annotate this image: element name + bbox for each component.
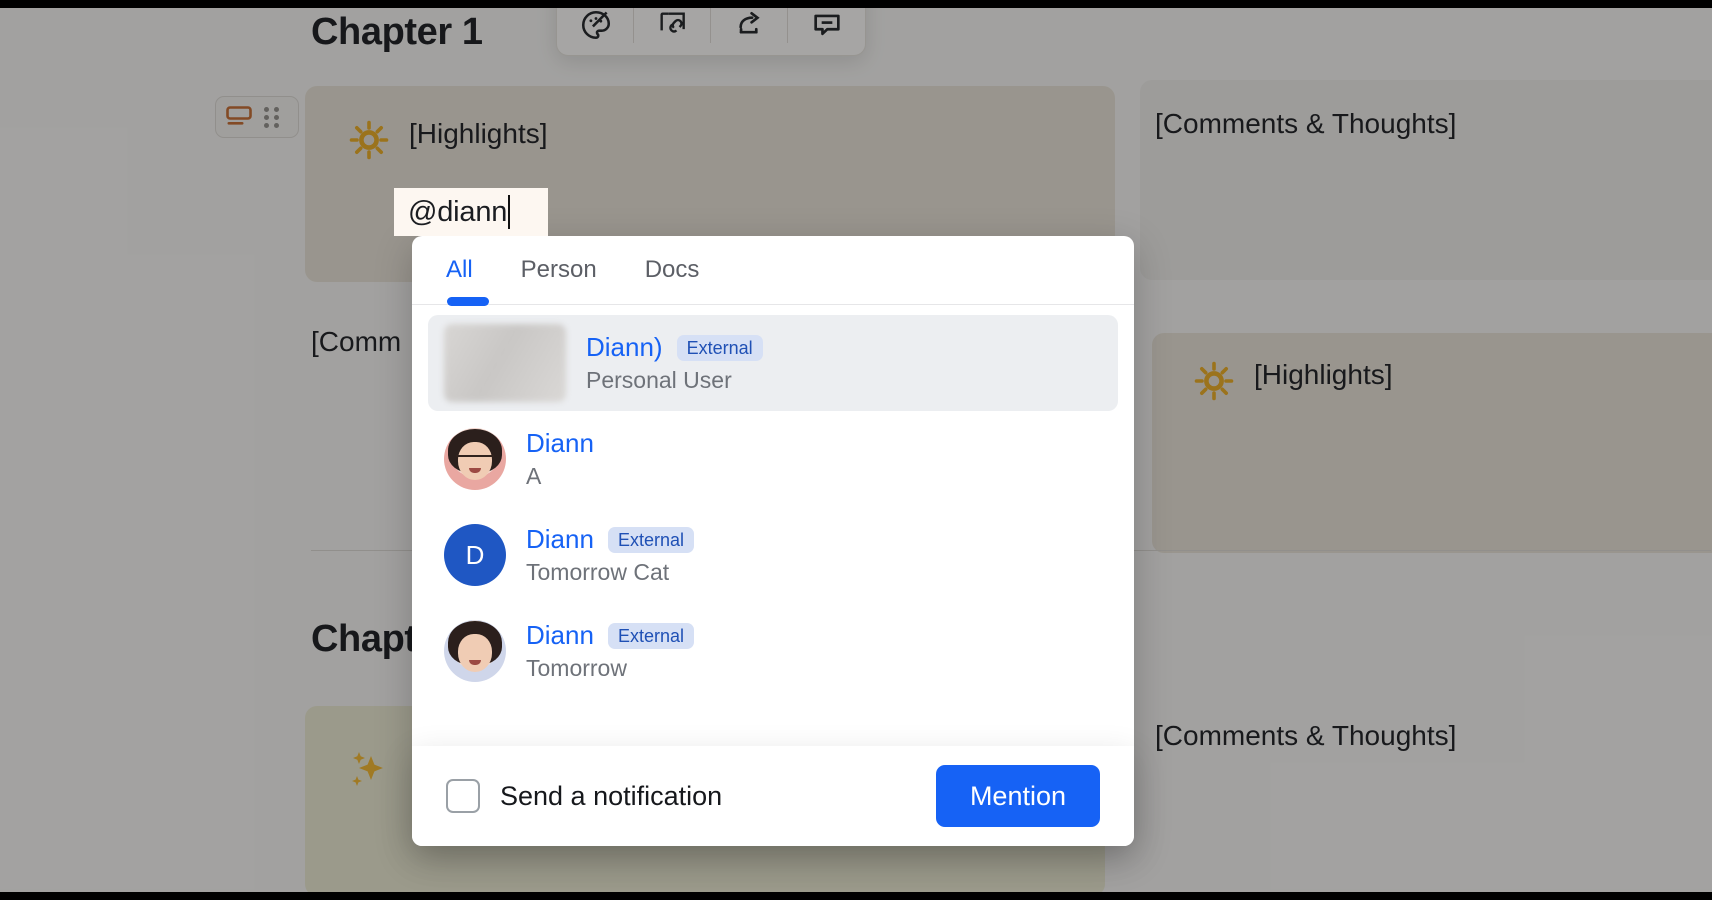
comment-icon[interactable] — [788, 8, 865, 55]
share-icon[interactable] — [711, 8, 788, 55]
send-notification-checkbox[interactable] — [446, 779, 480, 813]
list-item[interactable]: Diann) External Personal User — [428, 315, 1118, 411]
avatar — [444, 324, 566, 402]
list-item-subtitle: Personal User — [586, 367, 732, 393]
list-item-subtitle: Tomorrow Cat — [526, 559, 670, 585]
status-badge: External — [607, 526, 694, 553]
list-item-title-row: Diann) External — [586, 332, 763, 363]
comments-label: [Comments & Thoughts] — [1155, 108, 1457, 139]
avatar — [444, 428, 506, 490]
block-float-toolbar[interactable] — [556, 8, 866, 56]
avatar — [444, 620, 506, 682]
list-item-name: Diann — [526, 524, 594, 554]
tab-all[interactable]: All — [446, 236, 489, 306]
list-item-name: Diann — [526, 428, 594, 458]
copy-link-icon[interactable] — [634, 8, 711, 55]
highlights-label: [Highlights] — [409, 118, 548, 149]
callout-icon[interactable] — [226, 106, 252, 128]
list-item-name: Diann) — [586, 332, 663, 362]
highlights-block-right[interactable]: [Highlights] — [1152, 333, 1712, 553]
list-item[interactable]: Diann External Tomorrow — [428, 603, 1118, 699]
status-badge: External — [607, 622, 694, 649]
list-item-text: Diann External Tomorrow — [526, 620, 694, 682]
page-title-chapter-1: Chapter 1 — [311, 11, 483, 53]
status-badge: External — [676, 334, 763, 361]
avatar: D — [444, 524, 506, 586]
list-item[interactable]: D Diann External Tomorrow Cat — [428, 507, 1118, 603]
list-item-subtitle: A — [526, 463, 542, 489]
highlights-label-right: [Highlights] — [1254, 359, 1393, 390]
screen: Chapter 1 Chapt [Highlights] [Comm [Comm… — [0, 0, 1712, 900]
mention-input[interactable]: @diann — [394, 188, 548, 236]
page-title-chapter-2: Chapt — [311, 618, 417, 660]
tab-person[interactable]: Person — [521, 236, 597, 304]
list-item-subtitle: Tomorrow — [526, 655, 627, 681]
comments-bottom-label: [Comments & Thoughts] — [1155, 720, 1457, 751]
list-item-title-row: Diann — [526, 428, 594, 459]
list-item-text: Diann External Tomorrow Cat — [526, 524, 694, 586]
list-item-title-row: Diann External — [526, 524, 694, 555]
comments-mid-label: [Comm — [311, 326, 402, 357]
list-item-text: Diann) External Personal User — [586, 332, 763, 394]
sun-emoji — [1194, 361, 1234, 401]
list-item-title-row: Diann External — [526, 620, 694, 651]
sparkles-emoji — [343, 746, 395, 798]
tab-docs[interactable]: Docs — [645, 236, 700, 304]
comments-block-top[interactable]: [Comments & Thoughts] — [1140, 80, 1712, 280]
mention-input-value: @diann — [408, 195, 508, 228]
send-notification-label: Send a notification — [500, 780, 723, 811]
list-item-text: Diann A — [526, 428, 594, 490]
notification-option[interactable]: Send a notification — [446, 779, 722, 813]
drag-handle-icon[interactable] — [264, 105, 280, 129]
text-caret — [508, 195, 511, 229]
document-viewport[interactable]: Chapter 1 Chapt [Highlights] [Comm [Comm… — [0, 8, 1712, 892]
mention-button[interactable]: Mention — [935, 765, 1100, 827]
mention-footer[interactable]: Send a notification Mention — [412, 746, 1134, 846]
mention-tabs[interactable]: All Person Docs — [412, 236, 1134, 306]
palette-icon[interactable] — [557, 8, 634, 55]
sun-emoji — [349, 120, 389, 160]
list-item-name: Diann — [526, 620, 594, 650]
block-handle-toolbar[interactable] — [215, 96, 299, 138]
list-item[interactable]: Diann A — [428, 411, 1118, 507]
